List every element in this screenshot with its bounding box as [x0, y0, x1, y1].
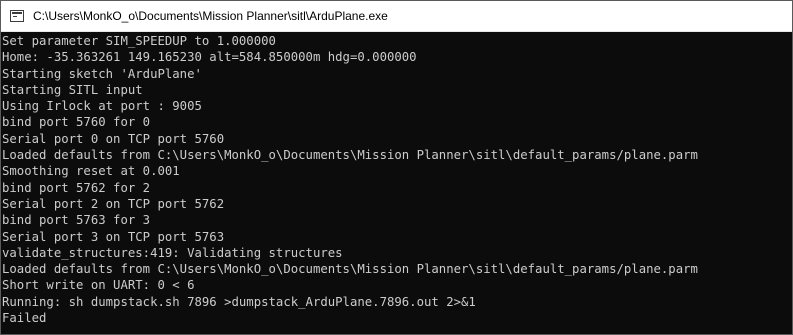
console-line: Home: -35.363261 149.165230 alt=584.8500… — [2, 50, 417, 65]
console-line: Serial port 2 on TCP port 5762 — [2, 196, 225, 211]
console-line: Loaded defaults from C:\Users\MonkO_o\Do… — [2, 262, 698, 277]
console-line: bind port 5760 for 0 — [2, 115, 151, 130]
console-line: Failed — [2, 311, 47, 326]
console-line: Smoothing reset at 0.001 — [2, 164, 180, 179]
console-line: Serial port 0 on TCP port 5760 — [2, 131, 225, 146]
console-output[interactable]: Set parameter SIM_SPEEDUP to 1.000000 Ho… — [1, 33, 792, 334]
console-line: Starting SITL input — [2, 82, 143, 97]
console-line: Set parameter SIM_SPEEDUP to 1.000000 — [2, 34, 276, 48]
console-line: Loaded defaults from C:\Users\MonkO_o\Do… — [2, 148, 698, 163]
console-window-icon — [10, 10, 24, 22]
console-line: Short write on UART: 0 < 6 — [2, 278, 195, 293]
console-line: validate_structures:419: Validating stru… — [2, 245, 343, 260]
console-window: C:\Users\MonkO_o\Documents\Mission Plann… — [0, 0, 793, 335]
window-title: C:\Users\MonkO_o\Documents\Mission Plann… — [33, 9, 388, 23]
console-line: Using Irlock at port : 9005 — [2, 99, 202, 114]
console-line: bind port 5762 for 2 — [2, 180, 151, 195]
title-bar[interactable]: C:\Users\MonkO_o\Documents\Mission Plann… — [1, 1, 792, 32]
console-line: bind port 5763 for 3 — [2, 213, 151, 228]
console-line: Serial port 3 on TCP port 5763 — [2, 229, 225, 244]
console-line: Starting sketch 'ArduPlane' — [2, 66, 202, 81]
console-line: Running: sh dumpstack.sh 7896 >dumpstack… — [2, 294, 476, 309]
